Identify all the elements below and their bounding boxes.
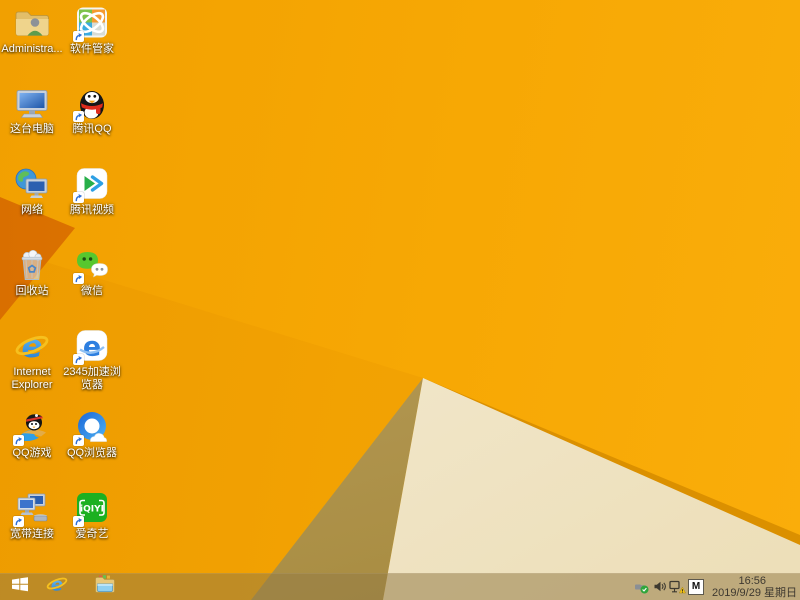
internet-explorer-icon: e: [13, 329, 51, 365]
recycle-bin-icon: [13, 248, 51, 284]
desktop-icon-qq-browser[interactable]: QQ浏览器: [61, 410, 123, 460]
taskbar-clock[interactable]: 16:56 2019/9/29 星期日: [704, 575, 800, 599]
iqiyi-icon: iQIYI: [73, 491, 111, 527]
shortcut-arrow-icon: [13, 516, 24, 527]
start-button[interactable]: [4, 573, 36, 600]
system-tray: M 16:56 2019/9/29 星期日: [632, 573, 800, 600]
qq-penguin-icon: [73, 86, 111, 122]
shortcut-arrow-icon: [73, 111, 84, 122]
shortcut-arrow-icon: [73, 516, 84, 527]
2345-browser-icon: e: [73, 329, 111, 365]
desktop-icon-tencent-qq[interactable]: 腾讯QQ: [61, 86, 123, 136]
desktop-icon-this-pc[interactable]: 这台电脑: [1, 86, 63, 136]
desktop-screen: Administra... 软件管家 这台电脑 腾讯QQ 网络 腾讯视频 回收站…: [0, 0, 800, 600]
network-globe-icon: [13, 167, 51, 203]
clock-date: 2019/9/29 星期日: [712, 586, 797, 599]
shortcut-arrow-icon: [13, 435, 24, 446]
computer-icon: [13, 86, 51, 122]
taskbar: e M 16:56 2019/9/29 星期日: [0, 573, 800, 600]
icon-label: QQ游戏: [12, 447, 52, 459]
icon-label: 回收站: [15, 285, 49, 297]
desktop-icon-administrator[interactable]: Administra...: [1, 6, 63, 56]
desktop-icon-software-manager[interactable]: 软件管家: [61, 6, 123, 56]
input-method-indicator[interactable]: M: [686, 573, 704, 600]
icon-label: 爱奇艺: [75, 528, 109, 540]
tencent-video-icon: [73, 167, 111, 203]
icon-label: 软件管家: [70, 43, 114, 55]
broadband-connection-icon: [13, 491, 51, 527]
qq-games-icon: [13, 410, 51, 446]
shortcut-arrow-icon: [73, 192, 84, 203]
user-folder-icon: [13, 6, 51, 42]
windows-logo-icon: [10, 575, 30, 598]
svg-text:e: e: [51, 575, 63, 595]
desktop-icon-iqiyi[interactable]: iQIYI 爱奇艺: [61, 491, 123, 541]
taskbar-internet-explorer-button[interactable]: e: [42, 573, 72, 600]
icon-label: 腾讯QQ: [72, 123, 112, 135]
icon-label: 微信: [81, 285, 103, 297]
qq-browser-icon: [73, 410, 111, 446]
icon-label: 这台电脑: [10, 123, 54, 135]
clock-time: 16:56: [738, 574, 766, 587]
icon-label: Internet Explorer: [11, 366, 53, 391]
icon-label: 腾讯视频: [70, 204, 114, 216]
desktop-icon-network[interactable]: 网络: [1, 167, 63, 217]
desktop-icon-tencent-video[interactable]: 腾讯视频: [61, 167, 123, 217]
svg-text:iQIYI: iQIYI: [80, 505, 104, 515]
icon-label: 网络: [21, 204, 43, 216]
icon-label: 宽带连接: [10, 528, 54, 540]
desktop-icon-broadband[interactable]: 宽带连接: [1, 491, 63, 541]
desktop-icon-qq-games[interactable]: QQ游戏: [1, 410, 63, 460]
shortcut-arrow-icon: [73, 435, 84, 446]
shortcut-arrow-icon: [73, 273, 84, 284]
software-manager-icon: [73, 6, 111, 42]
shortcut-arrow-icon: [73, 31, 84, 42]
icon-label: QQ浏览器: [66, 447, 118, 459]
desktop-icon-recycle-bin[interactable]: 回收站: [1, 248, 63, 298]
icon-label: 2345加速浏览器: [63, 366, 121, 391]
desktop-icon-internet-explorer[interactable]: e Internet Explorer: [1, 329, 63, 392]
internet-explorer-icon: e: [46, 574, 68, 599]
shortcut-arrow-icon: [73, 354, 84, 365]
wechat-icon: [73, 248, 111, 284]
network-warning-icon[interactable]: [668, 573, 686, 600]
icon-label: Administra...: [1, 43, 63, 55]
svg-text:e: e: [83, 332, 101, 363]
volume-icon[interactable]: [650, 573, 668, 600]
taskbar-file-explorer-button[interactable]: [90, 573, 120, 600]
input-method-label: M: [688, 578, 704, 595]
desktop-icon-wechat[interactable]: 微信: [61, 248, 123, 298]
safely-remove-hardware-icon[interactable]: [632, 573, 650, 600]
file-explorer-icon: [94, 574, 116, 599]
desktop-icon-2345-browser[interactable]: e 2345加速浏览器: [61, 329, 123, 392]
